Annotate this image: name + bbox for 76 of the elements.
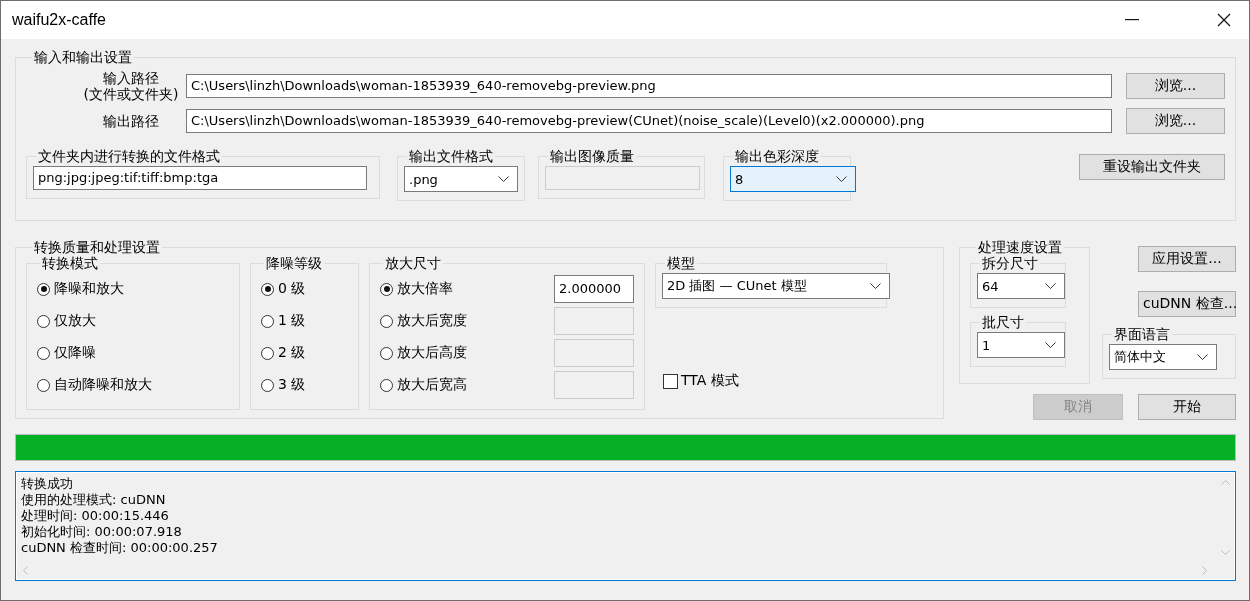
radio-label[interactable]: 仅降噪	[54, 344, 96, 362]
radio-button[interactable]	[261, 346, 274, 360]
radio-label[interactable]: 降噪和放大	[54, 280, 124, 298]
scale-value-field[interactable]	[554, 339, 634, 367]
output-path-field[interactable]: C:\Users\linzh\Downloads\woman-1853939_640-removebg-preview(CUnet)(noise_scale)(Level0)(x2.000000).png	[186, 109, 1112, 133]
chevron-down-icon	[1045, 342, 1056, 348]
minimize-icon[interactable]	[1125, 19, 1139, 21]
group-title: 输出文件格式	[408, 148, 494, 164]
scale-value-field[interactable]	[554, 371, 634, 399]
group-title: 输出色彩深度	[734, 148, 820, 164]
radio-label[interactable]: 3 级	[278, 376, 306, 394]
group-title: 放大尺寸	[384, 255, 442, 271]
radio-button[interactable]	[37, 378, 50, 392]
radio-button[interactable]	[380, 346, 393, 360]
radio-button[interactable]	[380, 314, 393, 328]
output-format-dropdown[interactable]: .png	[404, 166, 518, 192]
batch-size-dropdown[interactable]: 1	[977, 332, 1065, 358]
split-size-dropdown[interactable]: 64	[977, 273, 1065, 299]
radio-button[interactable]	[37, 314, 50, 328]
browse-button[interactable]: 浏览...	[1126, 108, 1225, 134]
chevron-down-icon	[498, 176, 509, 182]
input-path-field[interactable]: C:\Users\linzh\Downloads\woman-1853939_640-removebg-preview.png	[186, 74, 1112, 98]
scale-value-field[interactable]	[554, 307, 634, 335]
radio-button[interactable]	[37, 346, 50, 360]
close-icon[interactable]	[1217, 13, 1231, 27]
settings-button[interactable]: cuDNN 检查...	[1138, 291, 1236, 317]
radio-label[interactable]: 放大后宽高	[397, 376, 550, 394]
group-title: 文件夹内进行转换的文件格式	[37, 148, 221, 164]
scale-value-field[interactable]: 2.000000	[554, 275, 634, 303]
field-label: 输出路径	[103, 113, 159, 129]
radio-label[interactable]: 仅放大	[54, 312, 96, 330]
chevron-down-icon	[870, 283, 881, 289]
checkbox-label[interactable]: TTA 模式	[681, 372, 739, 390]
group-title: 转换质量和处理设置	[33, 239, 161, 255]
group-title: 输入和输出设置	[33, 49, 133, 65]
window-title: waifu2x-caffe	[12, 11, 106, 29]
group-title: 转换模式	[41, 255, 99, 271]
color-depth-dropdown[interactable]: 8	[730, 166, 856, 192]
radio-button[interactable]	[380, 378, 393, 392]
log-line: 转换成功	[21, 476, 74, 492]
reset-output-folder-button[interactable]: 重设输出文件夹	[1079, 154, 1225, 180]
group-title: 批尺寸	[981, 314, 1025, 330]
field-label: 输入路径	[103, 70, 159, 86]
checkbox[interactable]	[663, 373, 678, 389]
file-formats-field[interactable]: png:jpg:jpeg:tif:tiff:bmp:tga	[33, 166, 367, 190]
radio-label[interactable]: 0 级	[278, 280, 306, 298]
settings-button[interactable]: 应用设置...	[1138, 246, 1236, 272]
chevron-down-icon	[836, 176, 847, 182]
log-line: 处理时间: 00:00:15.446	[21, 508, 170, 524]
radio-label[interactable]: 放大后高度	[397, 344, 550, 362]
radio-button[interactable]	[380, 282, 393, 296]
radio-label[interactable]: 2 级	[278, 344, 306, 362]
field-label: (文件或文件夹)	[83, 86, 179, 102]
log-line: 使用的处理模式: cuDNN	[21, 492, 167, 508]
log-line: cuDNN 检查时间: 00:00:00.257	[21, 540, 219, 556]
language-dropdown[interactable]: 简体中文	[1109, 344, 1217, 370]
chevron-down-icon	[1045, 283, 1056, 289]
radio-button[interactable]	[261, 282, 274, 296]
radio-button[interactable]	[37, 282, 50, 296]
radio-label[interactable]: 放大后宽度	[397, 312, 550, 330]
radio-button[interactable]	[261, 378, 274, 392]
group-title: 模型	[666, 255, 696, 271]
radio-button[interactable]	[261, 314, 274, 328]
group-title: 输出图像质量	[549, 148, 635, 164]
browse-button[interactable]: 浏览...	[1126, 73, 1225, 99]
group-title: 界面语言	[1113, 326, 1171, 342]
group-title: 降噪等级	[265, 255, 323, 271]
chevron-down-icon	[1197, 354, 1208, 360]
radio-label[interactable]: 1 级	[278, 312, 306, 330]
model-dropdown[interactable]: 2D 插图 — CUnet 模型	[662, 273, 890, 299]
log-line: 初始化时间: 00:00:07.918	[21, 524, 183, 540]
group-title: 处理速度设置	[977, 239, 1063, 255]
radio-label[interactable]: 自动降噪和放大	[54, 376, 152, 394]
action-button[interactable]: 开始	[1138, 394, 1236, 420]
radio-label[interactable]: 放大倍率	[397, 280, 550, 298]
group-title: 拆分尺寸	[981, 255, 1039, 271]
